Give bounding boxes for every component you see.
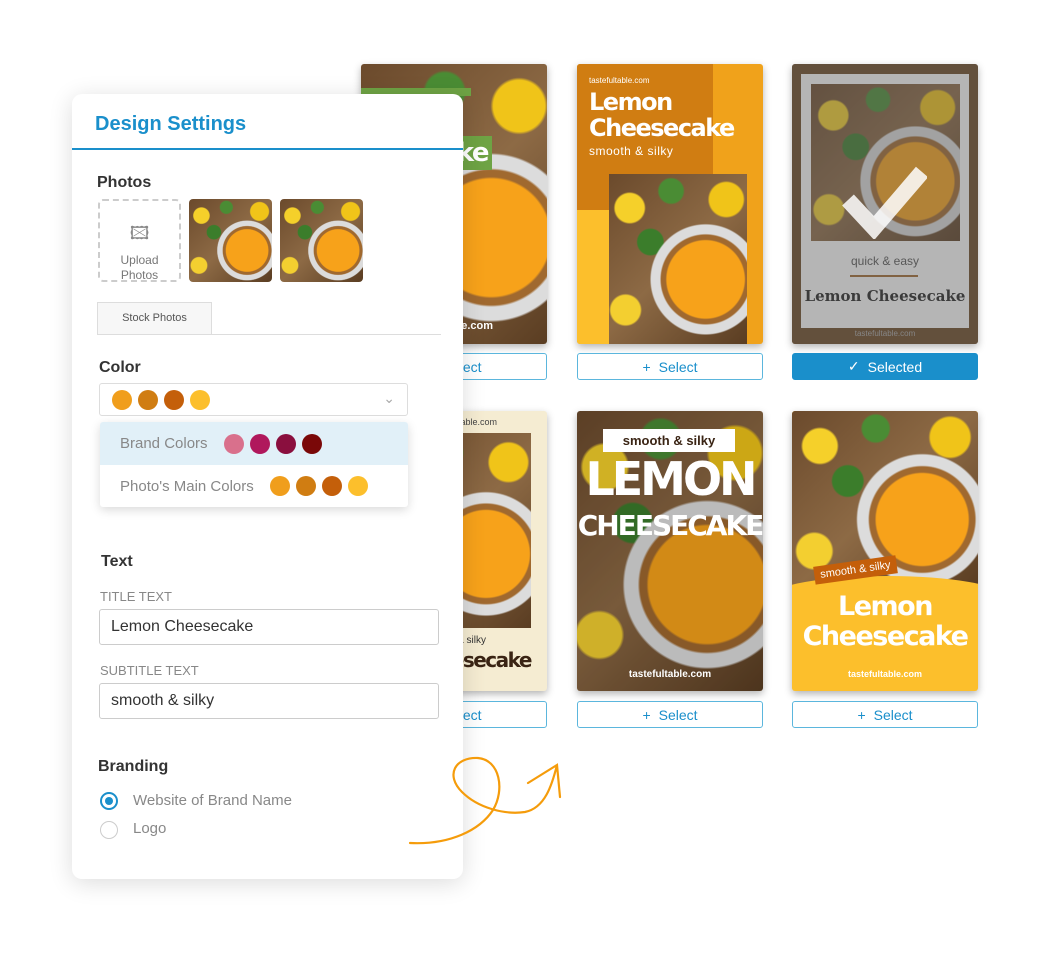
arrow-doodle-icon xyxy=(408,756,562,845)
